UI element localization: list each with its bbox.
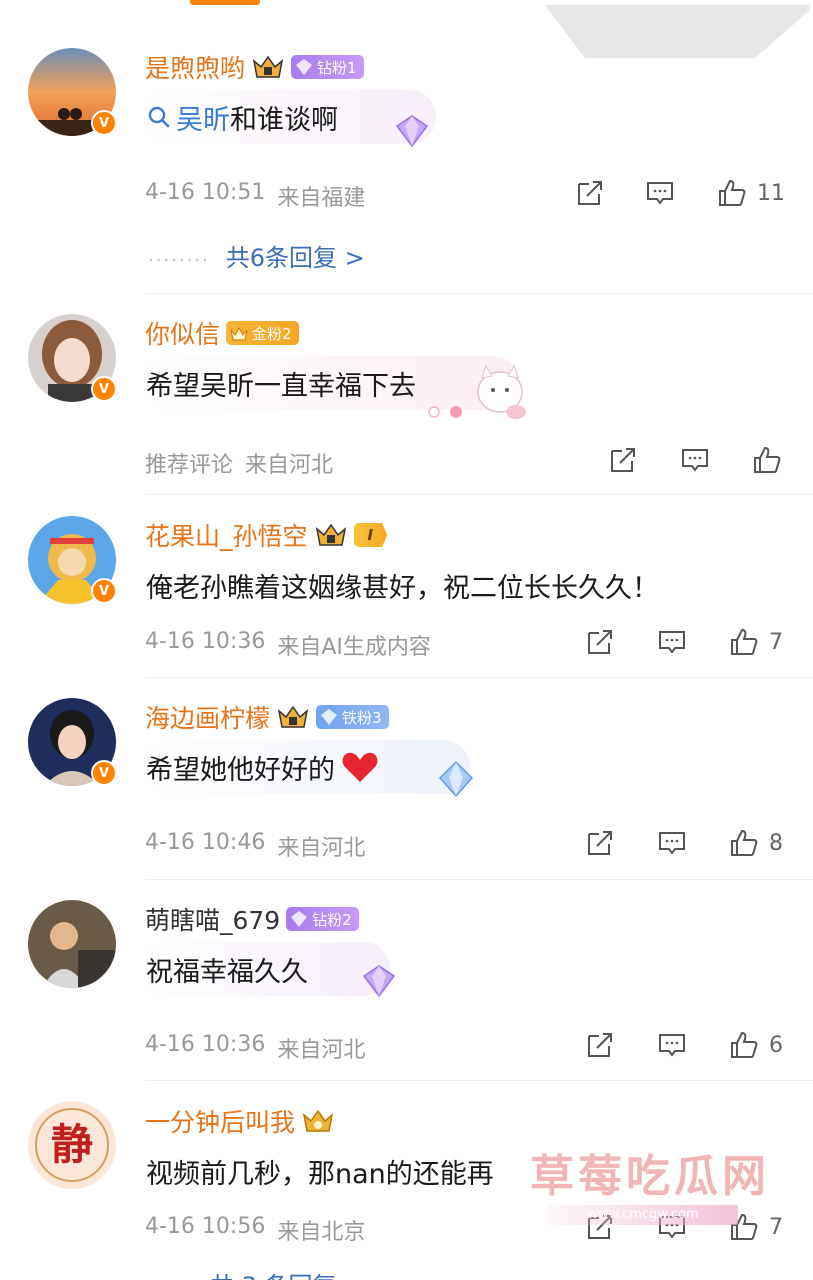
fan-badge[interactable]: 金粉2: [226, 321, 299, 345]
comment-text: 视频前几秒，那nan的还能再: [146, 1158, 494, 1190]
comment-icon[interactable]: [657, 1030, 687, 1060]
like-count: 7: [769, 629, 783, 655]
like-button[interactable]: 11: [717, 178, 785, 208]
share-icon[interactable]: [585, 828, 615, 858]
like-count: 7: [769, 1214, 783, 1240]
view-replies-link[interactable]: ........ 共6条回复 >: [148, 238, 365, 273]
username[interactable]: 是煦煦哟: [145, 49, 245, 85]
username[interactable]: 萌瞎喵_679: [145, 901, 280, 937]
like-button[interactable]: 7: [729, 627, 783, 657]
location: 来自河北: [245, 453, 334, 478]
watermark-url: www.cmcgw.com: [548, 1205, 738, 1225]
recommended-label: 推荐评论: [145, 453, 234, 478]
like-icon: [719, 179, 746, 206]
diamond-sticker-icon: [395, 115, 429, 148]
divider: [145, 879, 813, 880]
comment-bubble: 视频前几秒，那nan的还能再: [140, 1144, 560, 1198]
username[interactable]: 海边画柠檬: [145, 699, 270, 735]
divider: [145, 1080, 813, 1081]
divider: [145, 677, 813, 678]
like-icon: [731, 829, 758, 856]
level-badge[interactable]: I: [353, 523, 388, 547]
reply-dots: ........: [148, 245, 210, 266]
avatar[interactable]: [28, 900, 116, 988]
like-icon[interactable]: [752, 445, 782, 475]
fan-badge[interactable]: 钻粉2: [286, 907, 359, 931]
comment-meta: 推荐评论 来自河北: [145, 447, 333, 479]
share-icon[interactable]: [608, 445, 638, 475]
comment-meta: 4-16 10:51 来自福建: [145, 180, 365, 212]
location: 来自北京: [277, 1220, 366, 1245]
replies-label: 共6条回复 >: [225, 244, 365, 272]
divider: [145, 293, 813, 294]
username[interactable]: 你似信: [145, 315, 220, 351]
comment-text: 和谁谈啊: [230, 104, 338, 136]
comment-icon[interactable]: [657, 627, 687, 657]
search-icon: [148, 106, 170, 128]
verified-icon: V: [91, 376, 117, 402]
comment-text: 俺老孙瞧着这姻缘甚好，祝二位长长久久！: [146, 572, 659, 604]
comment-meta: 4-16 10:56 来自北京: [145, 1214, 365, 1246]
comment-meta: 4-16 10:46 来自河北: [145, 830, 365, 862]
like-count: 6: [769, 1032, 783, 1058]
crown-icon: [252, 55, 284, 78]
crown-icon: [277, 705, 309, 728]
username[interactable]: 一分钟后叫我: [145, 1103, 295, 1139]
diamond-sticker-icon: [362, 965, 396, 998]
divider: [145, 494, 813, 495]
fan-badge[interactable]: 铁粉3: [316, 705, 389, 729]
comment-icon[interactable]: [680, 445, 710, 475]
crown-icon: [315, 523, 346, 546]
fan-badge[interactable]: 钻粉1: [291, 55, 364, 79]
comment-bubble: 希望她他好好的: [140, 740, 470, 794]
comment-meta: 4-16 10:36 来自AI生成内容: [145, 629, 431, 661]
location: 来自福建: [277, 186, 366, 211]
share-icon[interactable]: [575, 178, 605, 208]
share-icon[interactable]: [585, 627, 615, 657]
search-keyword[interactable]: 吴昕: [176, 98, 230, 137]
tab-indicator: [190, 0, 260, 5]
timestamp: 4-16 10:36: [145, 1032, 266, 1057]
username[interactable]: 花果山_孙悟空: [145, 517, 308, 553]
comment-icon[interactable]: [657, 828, 687, 858]
timestamp: 4-16 10:36: [145, 629, 266, 654]
verified-icon: V: [91, 760, 117, 786]
timestamp: 4-16 10:51: [145, 180, 266, 205]
watermark-text: 草莓吃瓜网: [530, 1151, 770, 1202]
crown-icon: [302, 1109, 334, 1132]
avatar[interactable]: 静: [28, 1101, 116, 1189]
timestamp: 4-16 10:46: [145, 830, 266, 855]
comment-text: 祝福幸福久久: [146, 956, 308, 988]
location: 来自河北: [277, 836, 366, 861]
comment-meta: 4-16 10:36 来自河北: [145, 1032, 365, 1064]
like-icon: [731, 1031, 758, 1058]
view-replies-link[interactable]: 共 3 条回复: [210, 1266, 337, 1280]
like-icon: [731, 628, 758, 655]
location: 来自河北: [277, 1038, 366, 1063]
comment-icon[interactable]: [645, 178, 675, 208]
like-button[interactable]: 6: [729, 1030, 783, 1060]
like-count: 11: [757, 180, 785, 206]
like-button[interactable]: 8: [729, 828, 783, 858]
comment-bubble: 俺老孙瞧着这姻缘甚好，祝二位长长久久！: [140, 558, 730, 612]
comment-text: 希望吴昕一直幸福下去: [146, 370, 416, 402]
timestamp: 4-16 10:56: [145, 1214, 266, 1239]
share-icon[interactable]: [585, 1030, 615, 1060]
like-count: 8: [769, 830, 783, 856]
comment-text: 希望她他好好的: [146, 754, 335, 786]
heart-icon: [342, 752, 378, 782]
diamond-sticker-icon: [438, 760, 474, 798]
location: 来自AI生成内容: [277, 635, 431, 660]
svg-text:静: 静: [51, 1120, 93, 1169]
verified-icon: V: [91, 110, 117, 136]
cat-sticker-icon: [428, 364, 526, 419]
overlay-shape: [545, 5, 810, 58]
verified-icon: V: [91, 578, 117, 604]
